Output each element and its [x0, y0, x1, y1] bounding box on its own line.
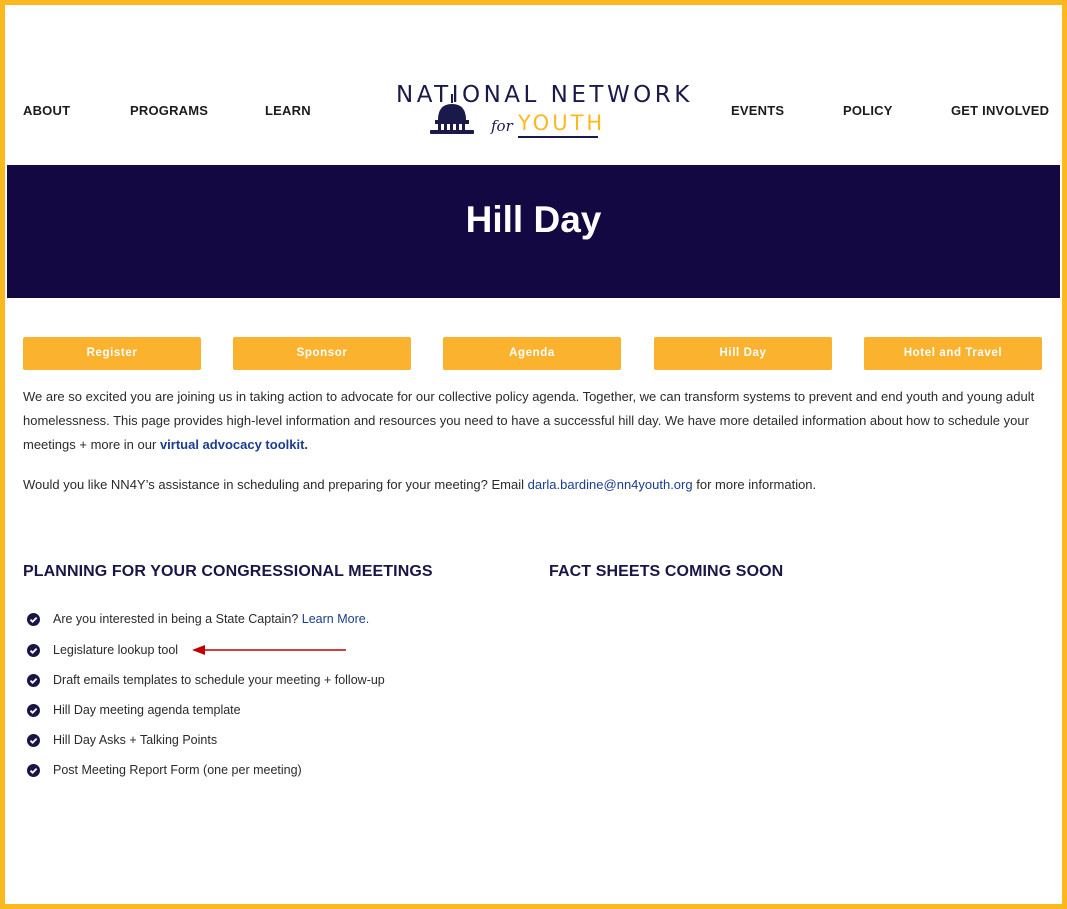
check-circle-icon: [27, 704, 40, 717]
fact-sheets-heading: FACT SHEETS COMING SOON: [549, 563, 784, 580]
nav-programs[interactable]: PROGRAMS: [130, 103, 208, 118]
intro-paragraph: We are so excited you are joining us in …: [23, 385, 1048, 457]
nav-about[interactable]: ABOUT: [23, 103, 70, 118]
report-form-link[interactable]: Post Meeting Report Form (one per meetin…: [53, 763, 302, 777]
assist-paragraph: Would you like NN4Y’s assistance in sche…: [23, 473, 1048, 497]
legislature-lookup-link[interactable]: Legislature lookup tool: [53, 643, 178, 657]
assist-text-before: Would you like NN4Y’s assistance in sche…: [23, 477, 528, 492]
tab-register[interactable]: Register: [23, 337, 201, 370]
list-item-text: Are you interested in being a State Capt…: [53, 612, 369, 626]
check-circle-icon: [27, 734, 40, 747]
agenda-template-link[interactable]: Hill Day meeting agenda template: [53, 703, 241, 717]
nav-events[interactable]: EVENTS: [731, 103, 784, 118]
check-circle-icon: [27, 764, 40, 777]
capitol-icon: [430, 94, 474, 134]
tab-hill-day[interactable]: Hill Day: [654, 337, 832, 370]
talking-points-link[interactable]: Hill Day Asks + Talking Points: [53, 733, 217, 747]
tab-hotel-and-travel[interactable]: Hotel and Travel: [864, 337, 1042, 370]
email-templates-link[interactable]: Draft emails templates to schedule your …: [53, 673, 385, 687]
logo-for: for: [491, 117, 513, 135]
page-banner: Hill Day: [7, 165, 1060, 298]
check-circle-icon: [27, 674, 40, 687]
nav-get-involved[interactable]: GET INVOLVED: [951, 103, 1049, 118]
learn-more-link[interactable]: Learn More.: [302, 612, 369, 626]
check-circle-icon: [27, 613, 40, 626]
page-title: Hill Day: [465, 199, 602, 240]
site-header: ABOUT PROGRAMS LEARN NATIONAL NETWORK fo…: [0, 0, 1067, 165]
logo-youth: YOUTH: [518, 111, 606, 135]
nav-learn[interactable]: LEARN: [265, 103, 311, 118]
tab-agenda[interactable]: Agenda: [443, 337, 621, 370]
assist-text-after: for more information.: [692, 477, 817, 492]
email-link[interactable]: darla.bardine@nn4youth.org: [528, 477, 693, 492]
logo-underline: [518, 136, 598, 138]
site-logo[interactable]: NATIONAL NETWORK for YOUTH: [396, 80, 689, 142]
state-captain-question: Are you interested in being a State Capt…: [53, 612, 302, 626]
nav-policy[interactable]: POLICY: [843, 103, 893, 118]
tab-sponsor[interactable]: Sponsor: [233, 337, 411, 370]
virtual-advocacy-toolkit-link[interactable]: virtual advocacy toolkit.: [160, 437, 308, 452]
check-circle-icon: [27, 644, 40, 657]
planning-heading: PLANNING FOR YOUR CONGRESSIONAL MEETINGS: [23, 563, 433, 580]
annotation-arrow-icon: [192, 645, 346, 655]
